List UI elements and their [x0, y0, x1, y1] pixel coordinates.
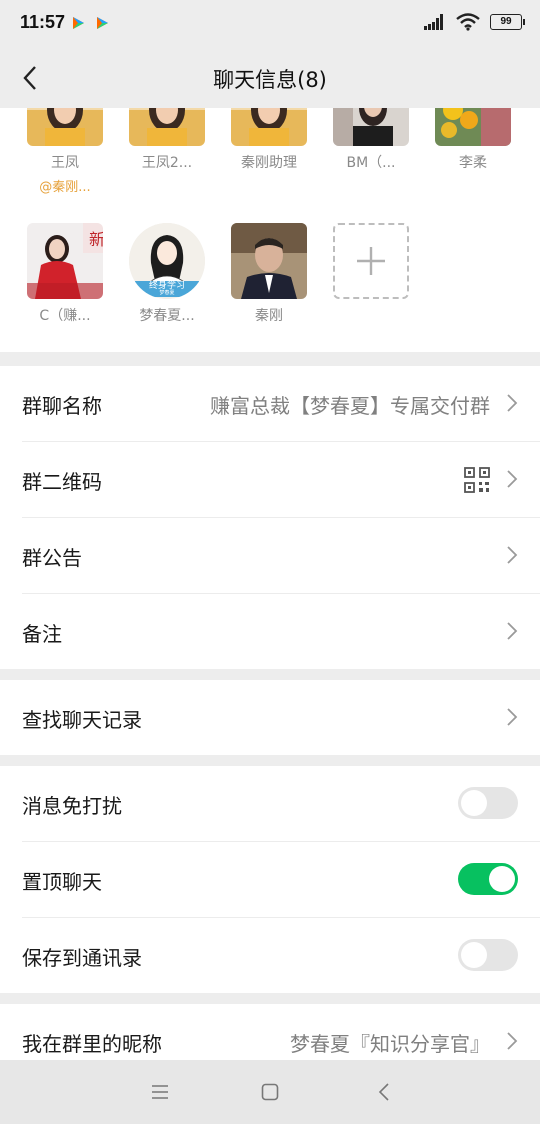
search-history-row[interactable]: 查找聊天记录	[22, 680, 540, 755]
avatar	[129, 108, 205, 146]
avatar: 终身学习 梦春夏	[129, 223, 205, 299]
member-grid: 王凤 @秦刚... 王凤2... 秦刚助理 BM（... 李柔 新 C（赚...…	[0, 108, 540, 352]
system-nav-bar	[0, 1060, 540, 1124]
chevron-right-icon	[507, 708, 518, 726]
member-name: 王凤2...	[141, 155, 193, 171]
svg-text:新: 新	[89, 230, 103, 249]
mute-row: 消息免打扰	[22, 766, 540, 842]
signal-icon	[424, 14, 443, 30]
member-name: BM（...	[346, 155, 396, 171]
member-item[interactable]: 秦刚	[217, 223, 321, 325]
chevron-right-icon	[507, 1032, 518, 1050]
member-item[interactable]: BM（...	[319, 108, 423, 172]
member-item[interactable]: 王凤 @秦刚...	[13, 108, 117, 195]
group-notice-label: 群公告	[22, 546, 82, 570]
tencent-video-icon	[73, 17, 84, 29]
avatar	[231, 108, 307, 146]
group-info-section: 群聊名称 赚富总裁【梦春夏】专属交付群 群二维码 群公告 备注	[0, 366, 540, 669]
group-name-value: 赚富总裁【梦春夏】专属交付群	[210, 394, 490, 418]
member-name: C（赚...	[39, 308, 91, 324]
mute-label: 消息免打扰	[22, 794, 122, 818]
avatar	[27, 108, 103, 146]
search-history-label: 查找聊天记录	[22, 708, 142, 732]
wifi-icon	[456, 13, 480, 31]
nickname-value: 梦春夏『知识分享官』	[290, 1032, 490, 1056]
add-member-box[interactable]	[333, 223, 409, 299]
mute-toggle[interactable]	[458, 787, 518, 819]
member-name: 秦刚助理	[241, 155, 297, 171]
home-button[interactable]	[254, 1076, 286, 1108]
pin-label: 置顶聊天	[22, 870, 102, 894]
menu-icon	[152, 1085, 168, 1099]
header: 聊天信息(8)	[0, 48, 540, 108]
member-item[interactable]: 新 C（赚...	[13, 223, 117, 325]
status-bar: 11:57 99	[0, 0, 540, 48]
status-time: 11:57	[20, 12, 66, 32]
member-name: 王凤	[51, 155, 79, 171]
nav-back-button[interactable]	[368, 1076, 400, 1108]
group-notice-row[interactable]: 群公告	[22, 518, 540, 594]
nickname-label: 我在群里的昵称	[22, 1032, 162, 1056]
add-member-button[interactable]	[319, 223, 423, 299]
member-name: 梦春夏...	[139, 308, 195, 324]
avatar	[435, 108, 511, 146]
group-qr-label: 群二维码	[22, 470, 102, 494]
plus-icon	[357, 247, 385, 275]
chevron-right-icon	[507, 394, 518, 412]
chevron-right-icon	[507, 470, 518, 488]
avatar	[231, 223, 307, 299]
page-title: 聊天信息(8)	[213, 68, 327, 92]
member-item[interactable]: 秦刚助理	[217, 108, 321, 172]
save-contacts-label: 保存到通讯录	[22, 946, 142, 970]
menu-button[interactable]	[144, 1076, 176, 1108]
member-mention: @秦刚...	[39, 180, 91, 195]
battery-indicator: 99	[490, 14, 525, 30]
group-name-label: 群聊名称	[22, 394, 102, 418]
chat-settings-section: 消息免打扰 置顶聊天 保存到通讯录	[0, 766, 540, 993]
member-item[interactable]: 终身学习 梦春夏 梦春夏...	[115, 223, 219, 325]
save-contacts-row: 保存到通讯录	[22, 918, 540, 993]
member-name: 李柔	[459, 155, 487, 171]
nav-back-icon	[378, 1083, 389, 1101]
remark-row[interactable]: 备注	[22, 594, 540, 669]
nickname-row[interactable]: 我在群里的昵称 梦春夏『知识分享官』	[22, 1004, 540, 1060]
pin-row: 置顶聊天	[22, 842, 540, 918]
group-qr-row[interactable]: 群二维码	[22, 442, 540, 518]
nickname-section: 我在群里的昵称 梦春夏『知识分享官』	[0, 1004, 540, 1060]
avatar-caption-sub: 梦春夏	[159, 290, 175, 296]
home-square-icon	[261, 1083, 279, 1101]
search-section: 查找聊天记录	[0, 680, 540, 755]
group-name-row[interactable]: 群聊名称 赚富总裁【梦春夏】专属交付群	[22, 366, 540, 442]
tencent-video-icon	[97, 17, 108, 29]
member-item[interactable]: 王凤2...	[115, 108, 219, 172]
chevron-right-icon	[507, 622, 518, 640]
pin-toggle[interactable]	[458, 863, 518, 895]
remark-label: 备注	[22, 622, 62, 646]
avatar	[333, 108, 409, 146]
save-contacts-toggle[interactable]	[458, 939, 518, 971]
member-name: 秦刚	[255, 308, 283, 324]
member-item[interactable]: 李柔	[421, 108, 525, 172]
avatar: 新	[27, 223, 103, 299]
qr-code-icon	[464, 467, 490, 493]
chevron-right-icon	[507, 546, 518, 564]
